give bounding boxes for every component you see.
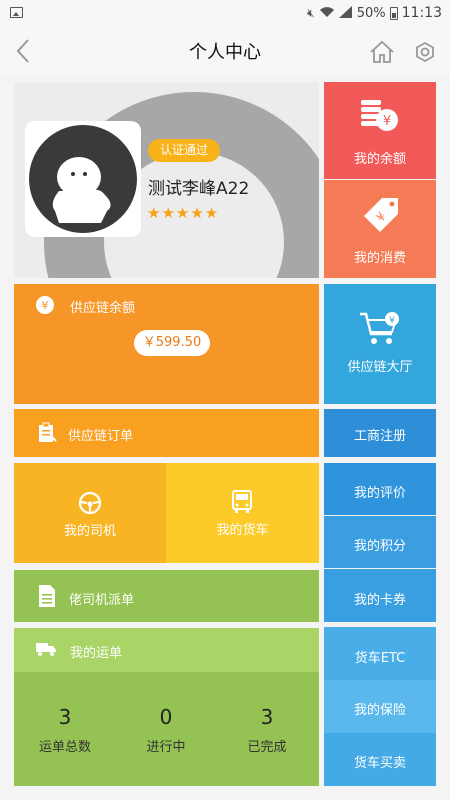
home-icon[interactable] bbox=[369, 40, 395, 64]
tile-label: 我的余额 bbox=[353, 152, 406, 167]
tile-supply-hall[interactable]: ¥ 供应链大厅 bbox=[324, 284, 436, 404]
price-tag-icon: ¥ bbox=[360, 194, 404, 238]
avatar[interactable] bbox=[25, 121, 141, 237]
battery-icon bbox=[389, 6, 398, 20]
tile-my-consume[interactable]: ¥ 我的消费 bbox=[324, 180, 436, 278]
tile-business-reg[interactable]: 工商注册 bbox=[324, 409, 436, 457]
tile-label: 我的评价 bbox=[353, 486, 406, 501]
dispatch-label: 佬司机派单 bbox=[69, 593, 135, 608]
tile-my-coupons[interactable]: 我的卡券 bbox=[324, 569, 436, 622]
stat-ongoing-label: 进行中 bbox=[146, 740, 186, 755]
tile-label: 我的积分 bbox=[353, 539, 406, 554]
tile-label: 我的货车 bbox=[216, 523, 269, 538]
settings-icon[interactable] bbox=[412, 39, 438, 65]
tile-my-points[interactable]: 我的积分 bbox=[324, 516, 436, 568]
svg-text:¥: ¥ bbox=[389, 316, 395, 326]
supply-balance-label: 供应链余额 bbox=[70, 301, 136, 316]
tile-my-waybill[interactable]: 我的运单 3 运单总数 0 进行中 3 已完成 bbox=[14, 628, 319, 786]
supply-order-label: 供应链订单 bbox=[68, 429, 134, 444]
tile-label: 货车ETC bbox=[354, 651, 406, 666]
signal-icon bbox=[338, 5, 353, 21]
battery-percent: 50% bbox=[356, 5, 386, 21]
tile-label: 供应链大厅 bbox=[347, 360, 413, 375]
tile-label: 货车买卖 bbox=[353, 756, 406, 771]
tile-my-rating[interactable]: 我的评价 bbox=[324, 463, 436, 515]
waybill-title: 我的运单 bbox=[70, 646, 123, 661]
tile-supply-balance[interactable]: ¥ 供应链余额 ￥599.50 bbox=[14, 284, 319, 404]
tile-label: 我的司机 bbox=[63, 524, 116, 539]
wifi-icon bbox=[319, 6, 335, 21]
bus-icon bbox=[231, 490, 253, 518]
stat-total-value: 3 bbox=[58, 705, 72, 729]
svg-text:¥: ¥ bbox=[42, 299, 49, 312]
tile-my-insurance[interactable]: 我的保险 bbox=[324, 680, 436, 733]
verified-badge: 认证通过 bbox=[148, 139, 220, 162]
tile-truck-etc[interactable]: 货车ETC bbox=[324, 627, 436, 680]
stat-done-label: 已完成 bbox=[247, 740, 287, 755]
clipboard-icon bbox=[37, 422, 57, 448]
svg-text:¥: ¥ bbox=[383, 114, 391, 129]
user-name: 测试李峰A22 bbox=[148, 179, 250, 199]
rating-stars: ★★★★★ bbox=[147, 204, 220, 222]
tile-supply-order[interactable]: 供应链订单 bbox=[14, 409, 319, 457]
mute-icon: 🔇︎ bbox=[307, 5, 315, 20]
stat-done-value: 3 bbox=[260, 705, 274, 729]
truck-icon bbox=[35, 641, 57, 661]
nav-bar: 个人中心 bbox=[0, 28, 450, 74]
tile-label: 我的保险 bbox=[353, 703, 406, 718]
profile-card[interactable]: 认证通过 测试李峰A22 ★★★★★ bbox=[14, 82, 319, 278]
tile-label: 我的消费 bbox=[353, 251, 406, 266]
status-bar: 🔇︎ 50% 11:13 bbox=[0, 0, 450, 28]
tile-label: 工商注册 bbox=[353, 429, 406, 444]
tile-my-truck[interactable]: 我的货车 bbox=[166, 463, 319, 563]
steering-wheel-icon bbox=[78, 491, 102, 519]
tile-dispatch[interactable]: 佬司机派单 bbox=[14, 570, 319, 622]
image-icon bbox=[10, 7, 23, 18]
supply-balance-amount: ￥599.50 bbox=[134, 330, 210, 356]
cart-icon: ¥ bbox=[358, 310, 402, 350]
tile-truck-trade[interactable]: 货车买卖 bbox=[324, 733, 436, 786]
stat-total-label: 运单总数 bbox=[38, 740, 91, 755]
tile-label: 我的卡券 bbox=[353, 593, 406, 608]
clock: 11:13 bbox=[401, 5, 442, 21]
yen-coin-icon: ¥ bbox=[35, 295, 55, 319]
tile-my-balance[interactable]: ¥ 我的余额 bbox=[324, 82, 436, 179]
document-icon bbox=[38, 584, 56, 612]
waybill-header: 我的运单 bbox=[14, 628, 319, 672]
tile-my-driver[interactable]: 我的司机 bbox=[14, 463, 166, 563]
coins-icon: ¥ bbox=[359, 96, 401, 138]
stat-ongoing-value: 0 bbox=[159, 705, 173, 729]
